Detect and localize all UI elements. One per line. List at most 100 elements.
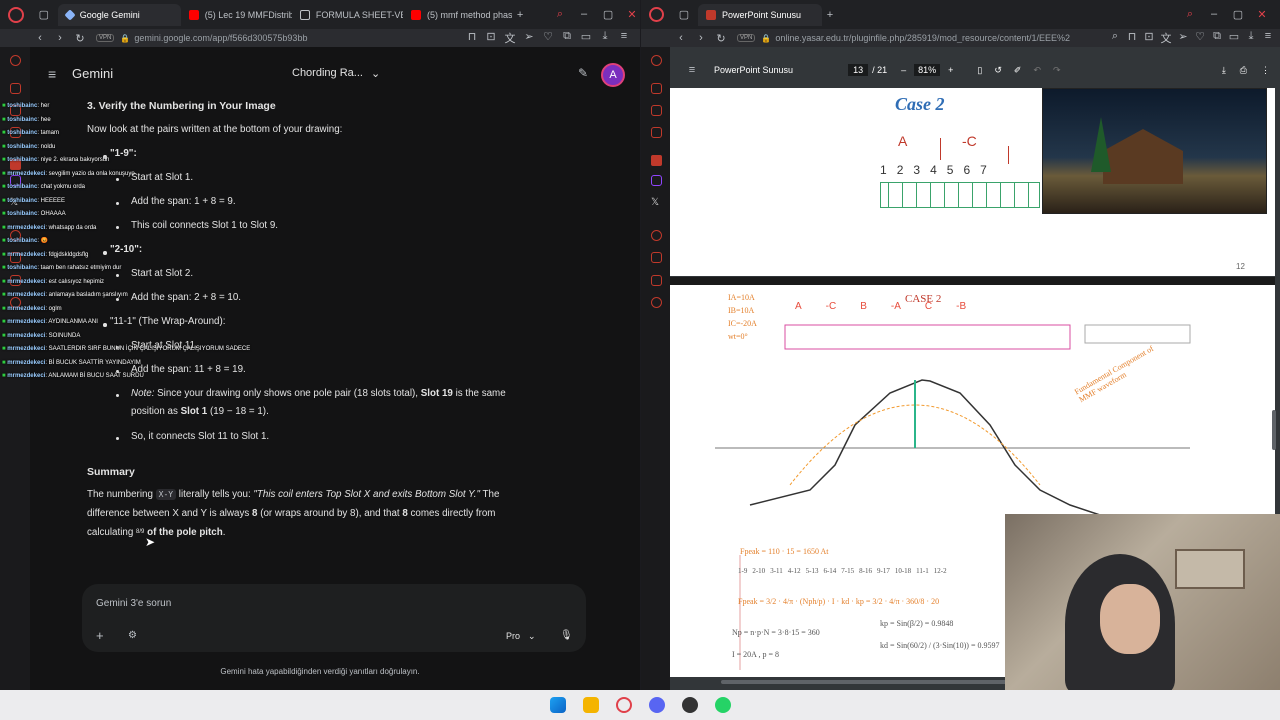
sidebar-menu-icon[interactable]: ≡ xyxy=(48,66,56,82)
heart-icon[interactable]: ♡ xyxy=(1192,30,1208,46)
more-options-icon[interactable]: ⋮ xyxy=(1261,65,1270,76)
minimize-button[interactable]: – xyxy=(1206,8,1222,21)
opera-logo-icon[interactable] xyxy=(649,7,664,22)
bookmarks-icon[interactable] xyxy=(651,252,662,263)
messenger-icon[interactable] xyxy=(651,105,662,116)
tab-lec19[interactable]: (5) Lec 19 MMFDistrib xyxy=(181,4,292,26)
search-icon[interactable]: ⌕ xyxy=(552,8,568,21)
screenshot-icon[interactable]: ⊡ xyxy=(1141,30,1157,46)
menu-icon[interactable]: ≡ xyxy=(1260,30,1276,46)
download-icon[interactable]: ⤓ xyxy=(597,30,613,46)
workspaces-icon[interactable]: ▢ xyxy=(36,8,52,21)
search-icon[interactable]: ⌕ xyxy=(1182,8,1198,21)
avatar[interactable]: A xyxy=(601,63,625,87)
new-tab-button[interactable]: + xyxy=(822,9,838,21)
pin-icon[interactable] xyxy=(651,155,662,166)
twitch-icon[interactable] xyxy=(651,175,662,186)
x-icon[interactable]: 𝕏 xyxy=(651,197,662,208)
chat-text: whatsapp da orda xyxy=(48,224,97,231)
back-icon[interactable]: ‹ xyxy=(673,32,689,44)
extensions-icon[interactable]: ⧉ xyxy=(559,30,575,46)
bookmark-icon[interactable]: ⊓ xyxy=(464,30,480,46)
menu-icon[interactable]: ≡ xyxy=(616,30,632,46)
translate-icon[interactable]: 文 xyxy=(502,30,518,46)
settings-icon[interactable] xyxy=(651,297,662,308)
translate-icon[interactable]: 文 xyxy=(1158,30,1174,46)
zoom-icon[interactable]: ⌕ xyxy=(1107,30,1123,46)
forward-icon[interactable]: › xyxy=(52,32,68,44)
pdf-menu-icon[interactable]: ≡ xyxy=(684,64,700,76)
zoom-out-icon[interactable]: – xyxy=(901,65,906,75)
chat-message: ■ mrmezdekeci: est calısıyoz hepimiz xyxy=(2,276,250,290)
chat-username: toshibainc xyxy=(7,238,38,244)
prompt-placeholder[interactable]: Gemini 3'e sorun xyxy=(96,598,171,609)
obs-icon[interactable] xyxy=(681,697,698,713)
windows-start-icon[interactable] xyxy=(549,697,566,713)
file-explorer-icon[interactable] xyxy=(582,697,599,713)
send-icon[interactable]: ➢ xyxy=(521,30,537,46)
reload-icon[interactable]: ↻ xyxy=(713,32,729,45)
download-icon[interactable]: ⤓ xyxy=(1243,30,1259,46)
history-icon[interactable] xyxy=(651,230,662,241)
send-icon[interactable]: ➢ xyxy=(1175,30,1191,46)
new-chat-icon[interactable]: ✎ xyxy=(578,66,588,80)
whatsapp-icon[interactable] xyxy=(651,127,662,138)
url-field[interactable]: online.yasar.edu.tr/pluginfile.php/28591… xyxy=(775,33,1070,43)
opera-taskbar-icon[interactable] xyxy=(615,697,632,713)
close-button[interactable]: ✕ xyxy=(624,8,640,21)
forward-icon[interactable]: › xyxy=(693,32,709,44)
reload-icon[interactable]: ↻ xyxy=(72,32,88,45)
note-line-1: Note: Since your drawing only shows one … xyxy=(131,388,506,399)
bookmark-icon[interactable]: ⊓ xyxy=(1124,30,1140,46)
chat-message: ■ mrmezdekeci: AYDINLANMA ANI xyxy=(2,316,250,330)
whatsapp-taskbar-icon[interactable] xyxy=(714,697,731,713)
gemini-app-title[interactable]: Gemini xyxy=(72,66,113,81)
add-attachment-icon[interactable]: + xyxy=(96,628,104,643)
maximize-button[interactable]: ▢ xyxy=(1230,8,1246,21)
ai-icon[interactable] xyxy=(10,55,21,66)
speed-dial-icon[interactable] xyxy=(651,83,662,94)
prompt-input-box[interactable]: Gemini 3'e sorun + ⚙ Pro ⌄ 🎙 xyxy=(82,584,586,652)
page-indicator: 13 / 21 xyxy=(848,64,887,76)
chat-message: ■ toshibainc: noldu xyxy=(2,141,250,155)
workspaces-icon[interactable]: ▢ xyxy=(676,8,692,21)
tab-powerpoint[interactable]: PowerPoint Sunusu xyxy=(698,3,822,26)
opera-logo-icon[interactable] xyxy=(8,6,24,23)
tab-formula-sheet[interactable]: FORMULA SHEET-VE xyxy=(292,4,403,26)
rotate-icon[interactable]: ↺ xyxy=(994,65,1002,76)
page-number-input[interactable]: 13 xyxy=(848,64,869,76)
vpn-badge[interactable]: VPN xyxy=(737,34,756,42)
download-icon[interactable]: ⤓ xyxy=(1222,65,1226,76)
snapshot-icon[interactable] xyxy=(651,275,662,286)
print-icon[interactable]: ⎙ xyxy=(1240,65,1247,76)
undo-icon[interactable]: ↶ xyxy=(1033,65,1041,76)
new-tab-button[interactable]: + xyxy=(512,9,528,21)
model-selector[interactable]: Pro ⌄ xyxy=(506,631,536,642)
zoom-in-icon[interactable]: + xyxy=(948,65,953,75)
tools-icon[interactable]: ⚙ xyxy=(128,630,137,641)
url-field[interactable]: gemini.google.com/app/f566d300575b93bb xyxy=(134,33,307,43)
heart-icon[interactable]: ♡ xyxy=(540,30,556,46)
screenshot-icon[interactable]: ⊡ xyxy=(483,30,499,46)
fit-page-icon[interactable]: ▯ xyxy=(977,65,982,76)
redo-icon[interactable]: ↷ xyxy=(1053,65,1061,76)
zoom-level[interactable]: 81% xyxy=(914,64,941,76)
ai-icon[interactable] xyxy=(651,55,662,66)
wallet-icon[interactable]: ▭ xyxy=(578,30,594,46)
extensions-icon[interactable]: ⧉ xyxy=(1209,30,1225,46)
microphone-icon[interactable]: 🎙 xyxy=(560,630,573,641)
tab-google-gemini[interactable]: Google Gemini xyxy=(57,3,181,26)
annotate-icon[interactable]: ✐ xyxy=(1014,65,1022,76)
tab-mmf-method[interactable]: (5) mmf method phase xyxy=(403,4,512,26)
maximize-button[interactable]: ▢ xyxy=(600,8,616,21)
vertical-scrollbar[interactable] xyxy=(1272,410,1276,450)
coil-pair: 1-9 xyxy=(738,567,748,575)
conversation-title-dropdown[interactable]: Chording Ra... ⌄ xyxy=(292,67,380,80)
back-icon[interactable]: ‹ xyxy=(32,32,48,44)
discord-icon[interactable] xyxy=(648,697,665,713)
close-button[interactable]: ✕ xyxy=(1254,8,1270,21)
minimize-button[interactable]: – xyxy=(576,8,592,21)
wallet-icon[interactable]: ▭ xyxy=(1226,30,1242,46)
vpn-badge[interactable]: VPN xyxy=(96,34,115,42)
speed-dial-icon[interactable] xyxy=(10,83,21,94)
